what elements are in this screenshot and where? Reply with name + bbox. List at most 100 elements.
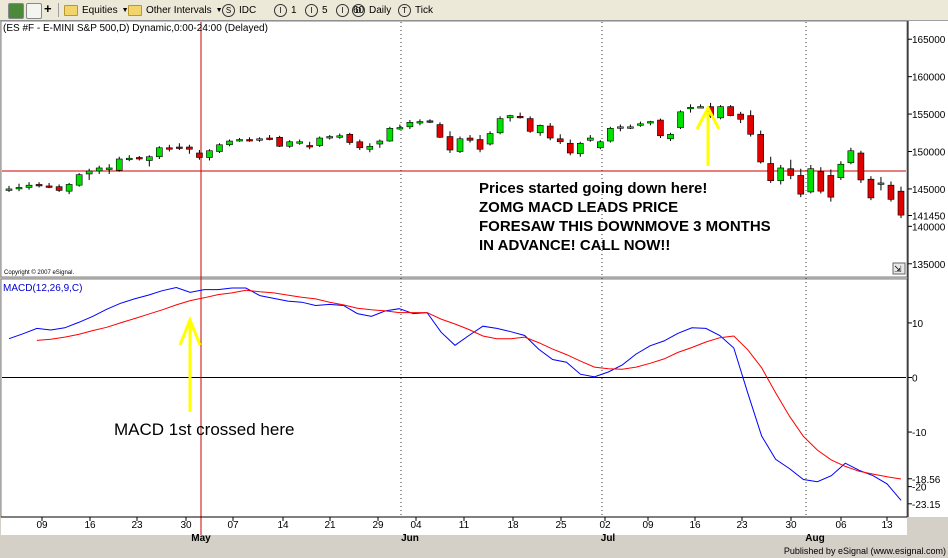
x-tick-label: 09 [642, 520, 654, 531]
y-tick-label: -10 [912, 428, 927, 439]
y-tick-label: 145000 [912, 185, 946, 196]
candle-body [887, 184, 895, 200]
candle-body [196, 152, 203, 158]
candle-body [817, 171, 825, 192]
toolbar-divider [58, 3, 59, 17]
daily-icon: D [352, 3, 365, 17]
candle-body [226, 140, 233, 146]
candle [757, 130, 764, 164]
candle-body [787, 168, 795, 176]
candle-body [65, 184, 73, 192]
candle-body [456, 138, 464, 152]
candle [677, 110, 684, 130]
candle-body [546, 125, 554, 139]
copyright: Copyright © 2007 eSignal. [4, 269, 74, 276]
candle [316, 136, 323, 148]
candle-body [346, 133, 354, 143]
candle-body [576, 142, 584, 155]
candle-body [426, 120, 434, 123]
candle-body [176, 146, 183, 149]
toolbar: + Equities ▼ Other Intervals ▼ S IDC I1 I5 … [0, 0, 948, 21]
tick-icon: T [398, 3, 411, 17]
candle-body [276, 136, 283, 147]
interval-5-label: 5 [322, 4, 328, 16]
candle [386, 126, 394, 142]
candle [216, 143, 223, 153]
y-tick-label: -23.15 [912, 500, 941, 511]
candle-body [647, 121, 654, 124]
candle [597, 140, 604, 150]
candle-body [667, 133, 674, 140]
candle-body [837, 163, 845, 178]
candle-body [366, 145, 374, 150]
interval-icon: I [305, 3, 318, 17]
candle-body [115, 158, 123, 171]
interval-5-button[interactable]: I5 [305, 3, 328, 17]
candle-body [386, 127, 394, 142]
candle-body [95, 167, 103, 172]
candle-body [827, 175, 835, 198]
candle-body [526, 118, 534, 132]
candle-body [747, 115, 754, 135]
candle [727, 105, 734, 117]
x-tick-label: 06 [835, 520, 847, 531]
candle [857, 150, 865, 183]
candle-body [135, 157, 143, 160]
macd-annotation: MACD 1st crossed here [114, 420, 294, 439]
candle-body [45, 185, 53, 188]
idc-label: IDC [239, 4, 257, 16]
candle-body [897, 190, 905, 216]
candle [486, 131, 494, 146]
other-intervals-menu[interactable]: Other Intervals ▼ [128, 3, 223, 17]
interval-icon: I [274, 3, 287, 17]
y-tick-label: 140000 [912, 222, 946, 233]
scroll-icon[interactable]: ⇲ [892, 262, 906, 275]
idc-button[interactable]: S IDC [222, 3, 256, 17]
candle-body [286, 141, 293, 147]
candle-body [25, 184, 33, 188]
candle-body [677, 111, 684, 128]
candle-body [436, 124, 444, 138]
month-label: Jun [401, 533, 419, 544]
equities-menu[interactable]: Equities ▼ [64, 3, 129, 17]
add-icon[interactable]: + [44, 1, 52, 16]
candle-body [516, 116, 524, 119]
candle-body [256, 138, 263, 141]
candle-body [296, 141, 303, 144]
settings-icon[interactable] [26, 3, 42, 19]
x-tick-label: 16 [84, 520, 96, 531]
candle-body [206, 150, 213, 158]
candle [456, 136, 464, 153]
x-tick-label: 07 [227, 520, 239, 531]
y-tick-label: 135000 [912, 260, 946, 271]
x-tick-label: 11 [459, 520, 470, 531]
candle-body [216, 144, 223, 152]
candle-body [877, 182, 885, 185]
candle-body [627, 126, 634, 129]
candle-body [797, 175, 805, 195]
candle-body [166, 147, 173, 150]
y-tick-label: 165000 [912, 35, 946, 46]
chart-icon[interactable] [8, 3, 24, 19]
y-tick-label: 150000 [912, 148, 946, 159]
candle-body [236, 139, 243, 142]
chart-title: (ES #F - E-MINI S&P 500,D) Dynamic,0:00-… [3, 23, 268, 34]
x-tick-label: 13 [881, 520, 893, 531]
candle [436, 122, 444, 139]
annotation-line: ZOMG MACD LEADS PRICE [479, 199, 678, 216]
candle [867, 176, 875, 201]
other-intervals-label: Other Intervals [146, 4, 212, 16]
tick-button[interactable]: T Tick [398, 3, 433, 17]
y-tick-label: 141450 [912, 211, 946, 222]
annotation-line: Prices started going down here! [479, 180, 707, 197]
month-label: Aug [805, 533, 824, 544]
candle-body [105, 167, 113, 170]
interval-1-button[interactable]: I1 [274, 3, 297, 17]
price-panel [0, 20, 908, 278]
y-tick-label: 0 [912, 373, 918, 384]
candle-body [767, 163, 775, 181]
x-tick-label: 25 [555, 520, 567, 531]
y-tick-label: -20 [912, 483, 927, 494]
daily-button[interactable]: D Daily [352, 3, 391, 17]
y-tick-label: 10 [912, 319, 924, 330]
